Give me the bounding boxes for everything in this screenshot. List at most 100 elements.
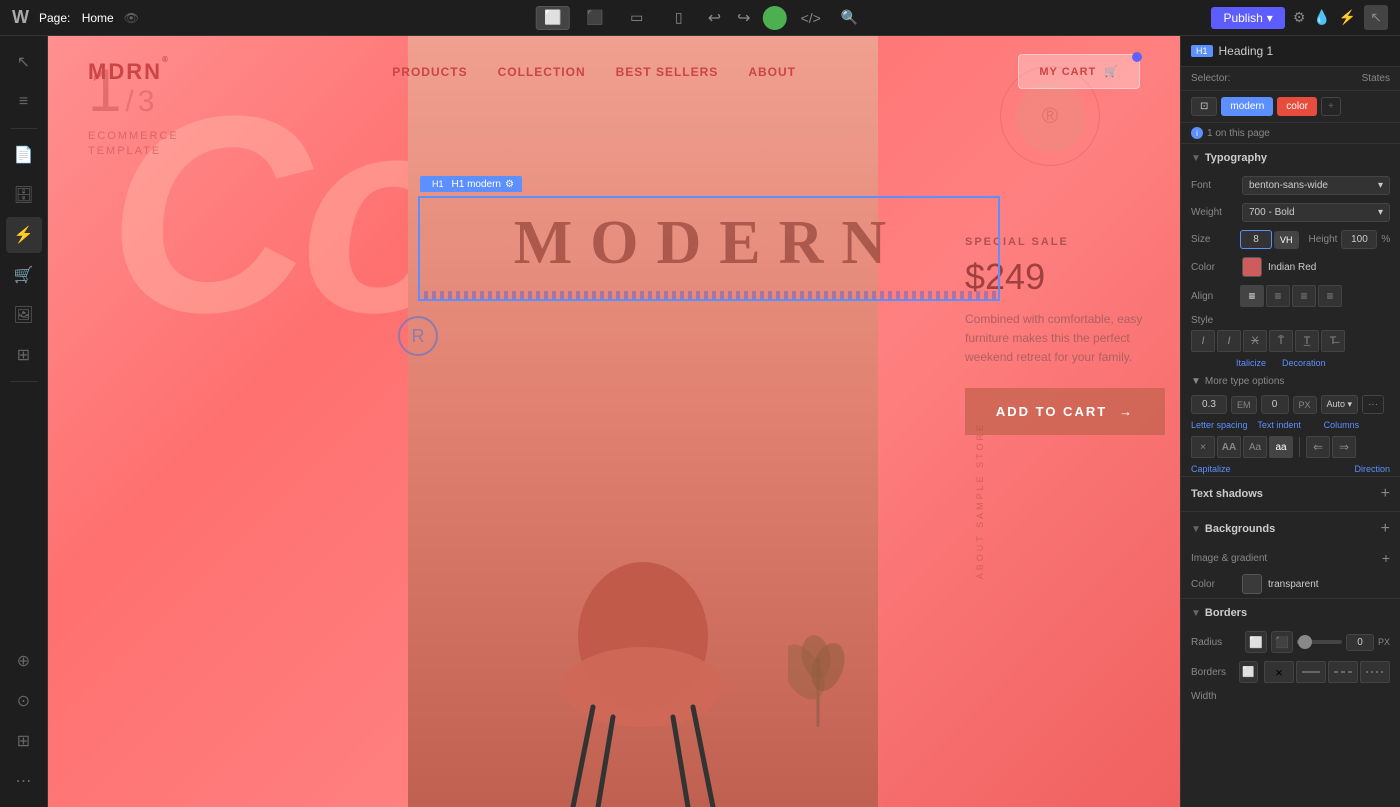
redo-button[interactable]: ↪ — [733, 6, 754, 30]
radius-round-btn[interactable]: ⬛ — [1271, 631, 1293, 653]
width-property-row: Width — [1181, 687, 1400, 706]
selected-heading-border[interactable]: H1 H1 modern ⚙ MODERN — [418, 196, 1000, 301]
image-gradient-label: Image & gradient — [1191, 553, 1267, 564]
selector-chips-row: ⊡ modern color + — [1181, 91, 1400, 123]
desktop-device-btn[interactable]: ⬜ — [536, 6, 570, 30]
letter-spacing-unit[interactable]: EM — [1231, 396, 1257, 414]
ltr-direction-btn[interactable]: ⇐ — [1306, 436, 1330, 458]
sidebar-icon-app[interactable]: ⊞ — [6, 337, 42, 373]
laptop-device-btn[interactable]: ▭ — [620, 6, 654, 30]
overline-btn[interactable]: T̄ — [1269, 330, 1293, 352]
add-image-gradient-icon[interactable]: + — [1382, 550, 1390, 566]
settings-icon[interactable]: ⚙ — [1293, 9, 1306, 26]
uppercase-btn[interactable]: AA — [1217, 436, 1241, 458]
more-type-options-row[interactable]: ▼ More type options — [1181, 372, 1400, 391]
lightning-icon[interactable]: ⚡ — [1339, 9, 1356, 26]
gear-badge-icon[interactable]: ⚙ — [505, 179, 514, 190]
chevron-down-icon: ▾ — [1267, 11, 1273, 25]
sidebar-icon-cart[interactable]: 🛒 — [6, 257, 42, 293]
more-options-btn[interactable]: ··· — [1362, 395, 1384, 414]
text-indent-input[interactable] — [1261, 395, 1289, 414]
preview-icon[interactable]: 👁 — [124, 11, 139, 25]
code-button[interactable]: </> — [795, 8, 827, 28]
add-background-icon[interactable]: + — [1381, 520, 1390, 538]
columns-select[interactable]: Auto ▾ — [1321, 395, 1359, 414]
direction-label[interactable]: Direction — [1354, 464, 1390, 474]
undo-button[interactable]: ↩ — [704, 6, 725, 30]
bg-color-swatch[interactable] — [1242, 574, 1262, 594]
add-shadow-icon[interactable]: + — [1381, 485, 1390, 503]
tablet-large-device-btn[interactable]: ⬛ — [578, 6, 612, 30]
titlecase-btn[interactable]: Aa — [1243, 436, 1267, 458]
strikethrough-btn[interactable]: X — [1243, 330, 1267, 352]
cursor-tool-btn[interactable]: ↖ — [1364, 5, 1388, 30]
preview-product-area — [408, 36, 878, 807]
align-right-button[interactable]: ≡ — [1292, 285, 1316, 307]
decoration-label[interactable]: Decoration — [1282, 358, 1326, 368]
borders-section-header[interactable]: ▼ Borders — [1181, 599, 1400, 627]
cart-button[interactable]: MY CART 🛒 — [1018, 54, 1140, 89]
chip-add-button[interactable]: + — [1321, 97, 1341, 116]
radius-slider-thumb[interactable] — [1298, 635, 1312, 649]
underline-btn[interactable]: T̲ — [1295, 330, 1319, 352]
border-dashed-btn[interactable] — [1328, 661, 1358, 683]
backgrounds-title-group: ▼ Backgrounds — [1191, 523, 1275, 535]
align-justify-button[interactable]: ≡ — [1318, 285, 1342, 307]
sidebar-icon-components[interactable]: ⚡ — [6, 217, 42, 253]
sidebar-icon-grid[interactable]: ⊞ — [6, 723, 42, 759]
backgrounds-section-header[interactable]: ▼ Backgrounds + — [1181, 511, 1400, 546]
align-left-button[interactable]: ≡ — [1240, 285, 1264, 307]
size-input[interactable] — [1240, 230, 1272, 249]
borders-style-row: Borders ⬜ × — [1181, 657, 1400, 687]
italicize-label[interactable]: Italicize — [1236, 358, 1266, 368]
align-center-button[interactable]: ≡ — [1266, 285, 1290, 307]
radius-slider[interactable] — [1297, 640, 1342, 644]
sidebar-icon-layers[interactable]: ≡ — [6, 84, 42, 120]
sidebar-icon-pages[interactable]: 📄 — [6, 137, 42, 173]
border-solid-btn[interactable] — [1296, 661, 1326, 683]
rtl-direction-btn[interactable]: ⇒ — [1332, 436, 1356, 458]
nav-link-collection[interactable]: COLLECTION — [498, 65, 586, 79]
border-dotted-btn[interactable] — [1360, 661, 1390, 683]
no-transform-btn[interactable]: × — [1191, 436, 1215, 458]
border-all-sides-btn[interactable]: ⬜ — [1239, 661, 1258, 683]
add-to-cart-button[interactable]: ADD TO CART → — [965, 388, 1165, 435]
height-input[interactable] — [1341, 230, 1377, 249]
italic-alt-btn[interactable]: I — [1217, 330, 1241, 352]
page-label: Page: Home — [39, 11, 114, 25]
italic-style-btn[interactable]: I — [1191, 330, 1215, 352]
chip-modern[interactable]: modern — [1221, 97, 1273, 116]
sidebar-icon-more[interactable]: ⋯ — [6, 763, 42, 799]
line-through-btn[interactable]: T̶ — [1321, 330, 1345, 352]
radius-square-btn[interactable]: ⬜ — [1245, 631, 1267, 653]
sidebar-icon-pointer[interactable]: ↖ — [6, 44, 42, 80]
nav-link-about[interactable]: ABOUT — [748, 65, 796, 79]
chip-screen[interactable]: ⊡ — [1191, 97, 1217, 116]
sidebar-icon-move[interactable]: ⊕ — [6, 643, 42, 679]
vh-unit-btn[interactable]: VH — [1274, 231, 1299, 249]
sidebar-icon-database[interactable]: 🗄 — [6, 177, 42, 213]
capitalize-label[interactable]: Capitalize — [1191, 464, 1231, 474]
typography-section-header[interactable]: ▼ Typography — [1181, 144, 1400, 172]
text-indent-unit[interactable]: PX — [1293, 396, 1317, 414]
mobile-device-btn[interactable]: ▯ — [662, 6, 696, 30]
sidebar-icon-zoom[interactable]: ⊙ — [6, 683, 42, 719]
publish-button[interactable]: Publish ▾ — [1211, 7, 1284, 29]
status-button[interactable] — [763, 6, 787, 30]
top-bar-left: W Page: Home 👁 — [12, 7, 139, 28]
droplet-icon[interactable]: 💧 — [1313, 9, 1330, 26]
text-shadows-section[interactable]: Text shadows + — [1181, 476, 1400, 511]
lowercase-btn[interactable]: aa — [1269, 436, 1293, 458]
weight-select[interactable]: 700 - Bold ▾ — [1242, 203, 1390, 222]
radius-input[interactable] — [1346, 634, 1374, 651]
border-no-style-btn[interactable]: × — [1264, 661, 1294, 683]
seo-button[interactable]: 🔍 — [835, 7, 864, 28]
chip-color[interactable]: color — [1277, 97, 1317, 116]
states-label[interactable]: States — [1362, 73, 1390, 84]
color-swatch[interactable] — [1242, 257, 1262, 277]
letter-spacing-input[interactable] — [1191, 395, 1227, 414]
sidebar-icon-media[interactable]: 🖼 — [6, 297, 42, 333]
font-select[interactable]: benton-sans-wide ▾ — [1242, 176, 1390, 195]
nav-link-bestsellers[interactable]: BEST SELLERS — [616, 65, 719, 79]
nav-link-products[interactable]: PRODUCTS — [392, 65, 467, 79]
